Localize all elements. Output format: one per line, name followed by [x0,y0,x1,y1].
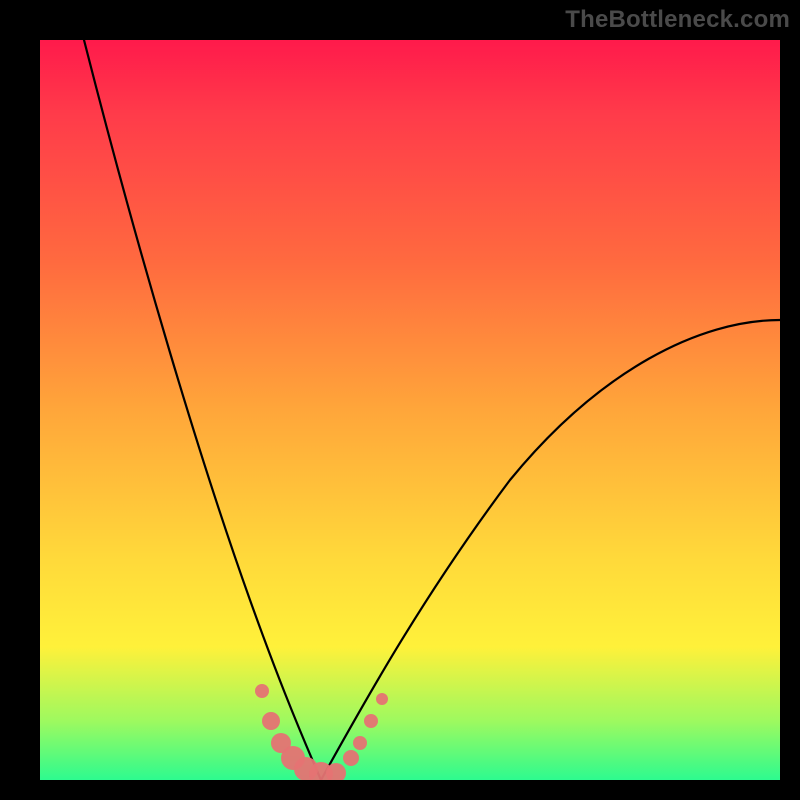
marker-dot [255,684,269,698]
curves-layer [40,40,780,780]
right-curve [321,320,780,780]
watermark-text: TheBottleneck.com [565,6,790,34]
chart-frame: TheBottleneck.com [0,0,800,800]
left-curve [84,40,321,780]
marker-dot [353,736,367,750]
plot-area [40,40,780,780]
marker-dot [262,712,280,730]
marker-dot [376,693,388,705]
marker-dot [364,714,378,728]
marker-dot [343,750,359,766]
